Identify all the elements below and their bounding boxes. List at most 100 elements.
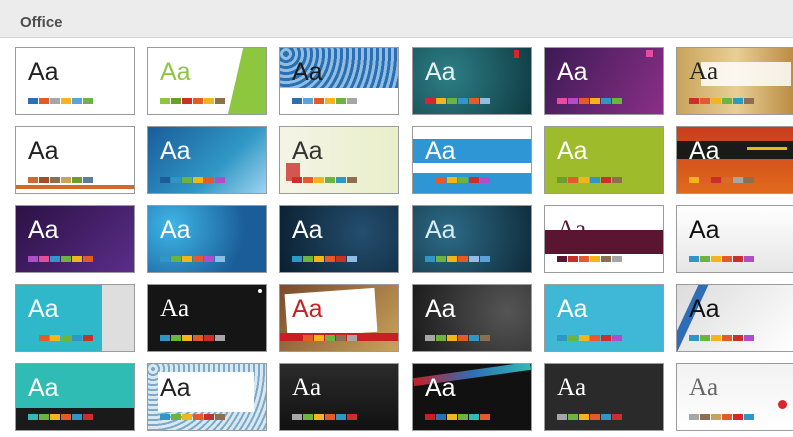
color-swatch bbox=[303, 177, 313, 183]
color-swatch bbox=[458, 177, 468, 183]
theme-thumbnail[interactable]: Aa bbox=[544, 363, 664, 431]
color-swatch bbox=[314, 414, 324, 420]
color-swatch bbox=[469, 177, 479, 183]
color-swatch bbox=[436, 98, 446, 104]
color-swatch bbox=[711, 256, 721, 262]
color-swatch bbox=[204, 414, 214, 420]
color-swatch bbox=[469, 335, 479, 341]
color-swatch bbox=[744, 98, 754, 104]
theme-decoration bbox=[514, 50, 519, 58]
theme-thumbnail[interactable]: Aa bbox=[279, 47, 399, 115]
theme-thumbnail[interactable]: Aa bbox=[279, 126, 399, 194]
theme-thumbnail[interactable]: Aa bbox=[676, 363, 793, 431]
theme-thumbnail[interactable]: Aa bbox=[412, 126, 532, 194]
color-swatch bbox=[336, 335, 346, 341]
color-swatch bbox=[204, 335, 214, 341]
color-swatch bbox=[171, 414, 181, 420]
theme-color-swatches bbox=[425, 256, 490, 262]
color-swatch bbox=[50, 98, 60, 104]
theme-color-swatches bbox=[689, 414, 754, 420]
color-swatch bbox=[336, 177, 346, 183]
theme-thumbnail[interactable]: Aa bbox=[676, 126, 793, 194]
theme-font-sample: Aa bbox=[557, 374, 587, 401]
theme-color-swatches bbox=[557, 256, 622, 262]
color-swatch bbox=[325, 177, 335, 183]
color-swatch bbox=[204, 256, 214, 262]
theme-color-swatches bbox=[425, 414, 490, 420]
gallery-header: Office bbox=[0, 0, 793, 38]
color-swatch bbox=[303, 335, 313, 341]
color-swatch bbox=[711, 335, 721, 341]
theme-thumbnail[interactable]: Aa bbox=[147, 205, 267, 273]
color-swatch bbox=[689, 414, 699, 420]
theme-thumbnail[interactable]: Aa bbox=[147, 126, 267, 194]
theme-font-sample: Aa bbox=[425, 216, 456, 244]
color-swatch bbox=[72, 256, 82, 262]
color-swatch bbox=[744, 414, 754, 420]
color-swatch bbox=[72, 177, 82, 183]
color-swatch bbox=[612, 177, 622, 183]
color-swatch bbox=[182, 414, 192, 420]
color-swatch bbox=[744, 256, 754, 262]
theme-thumbnail[interactable]: Aa bbox=[279, 363, 399, 431]
color-swatch bbox=[689, 335, 699, 341]
color-swatch bbox=[469, 256, 479, 262]
theme-thumbnail[interactable]: Aa bbox=[15, 126, 135, 194]
color-swatch bbox=[579, 177, 589, 183]
color-swatch bbox=[689, 98, 699, 104]
color-swatch bbox=[347, 98, 357, 104]
color-swatch bbox=[160, 98, 170, 104]
theme-decoration bbox=[102, 285, 134, 351]
color-swatch bbox=[292, 335, 302, 341]
theme-thumbnail[interactable]: Aa bbox=[676, 205, 793, 273]
theme-font-sample: Aa bbox=[689, 216, 720, 244]
theme-thumbnail[interactable]: Aa bbox=[676, 47, 793, 115]
theme-color-swatches bbox=[160, 98, 225, 104]
theme-thumbnail[interactable]: Aa bbox=[147, 47, 267, 115]
color-swatch bbox=[347, 414, 357, 420]
theme-thumbnail[interactable]: Aa bbox=[15, 284, 135, 352]
color-swatch bbox=[39, 177, 49, 183]
theme-thumbnail[interactable]: Aa bbox=[544, 205, 664, 273]
theme-color-swatches bbox=[292, 256, 357, 262]
color-swatch bbox=[292, 177, 302, 183]
theme-thumbnail[interactable]: Aa bbox=[15, 205, 135, 273]
color-swatch bbox=[722, 177, 732, 183]
theme-decoration bbox=[778, 400, 787, 409]
color-swatch bbox=[568, 414, 578, 420]
theme-decoration bbox=[747, 147, 787, 150]
theme-thumbnail[interactable]: Aa bbox=[412, 363, 532, 431]
theme-thumbnail[interactable]: Aa bbox=[412, 284, 532, 352]
theme-thumbnail[interactable]: Aa bbox=[147, 363, 267, 431]
color-swatch bbox=[700, 256, 710, 262]
theme-font-sample: Aa bbox=[689, 58, 719, 85]
theme-color-swatches bbox=[689, 256, 754, 262]
theme-thumbnail[interactable]: Aa bbox=[676, 284, 793, 352]
theme-font-sample: Aa bbox=[557, 58, 588, 86]
color-swatch bbox=[182, 98, 192, 104]
theme-thumbnail[interactable]: Aa bbox=[15, 47, 135, 115]
theme-color-swatches bbox=[425, 98, 490, 104]
theme-font-sample: Aa bbox=[689, 137, 720, 165]
color-swatch bbox=[612, 256, 622, 262]
color-swatch bbox=[292, 98, 302, 104]
theme-thumbnail[interactable]: Aa bbox=[279, 205, 399, 273]
theme-thumbnail[interactable]: Aa bbox=[412, 47, 532, 115]
theme-thumbnail[interactable]: Aa bbox=[279, 284, 399, 352]
color-swatch bbox=[557, 256, 567, 262]
color-swatch bbox=[700, 98, 710, 104]
theme-font-sample: Aa bbox=[689, 374, 719, 401]
theme-thumbnail[interactable]: Aa bbox=[544, 126, 664, 194]
gallery-section-title: Office bbox=[20, 14, 63, 31]
color-swatch bbox=[292, 256, 302, 262]
color-swatch bbox=[579, 256, 589, 262]
color-swatch bbox=[458, 335, 468, 341]
color-swatch bbox=[171, 256, 181, 262]
theme-thumbnail[interactable]: Aa bbox=[544, 47, 664, 115]
color-swatch bbox=[425, 414, 435, 420]
theme-thumbnail[interactable]: Aa bbox=[15, 363, 135, 431]
theme-thumbnail[interactable]: Aa bbox=[412, 205, 532, 273]
color-swatch bbox=[436, 335, 446, 341]
theme-thumbnail[interactable]: Aa bbox=[147, 284, 267, 352]
theme-thumbnail[interactable]: Aa bbox=[544, 284, 664, 352]
